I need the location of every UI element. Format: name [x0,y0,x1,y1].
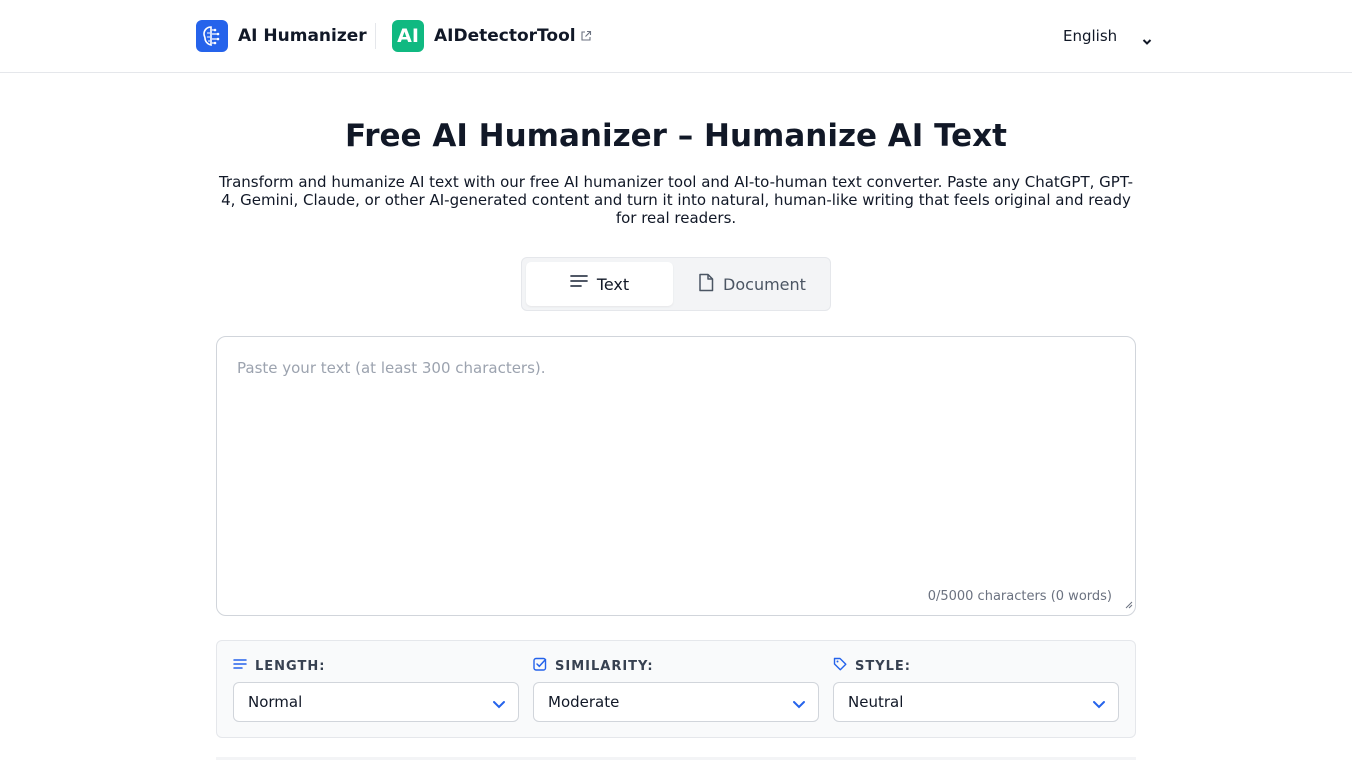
document-icon [698,273,723,296]
lines-icon [233,658,255,674]
tab-text-label: Text [596,274,630,294]
tab-document-label: Document [723,274,806,294]
options-panel: LENGTH: Normal SIMILARITY: Moderate STYL… [216,640,1136,738]
length-label: LENGTH: [255,658,326,674]
brain-circuit-icon [196,20,228,52]
partner-name: AIDetectorTool [434,26,576,46]
page-subtitle: Transform and humanize AI text with our … [218,173,1134,227]
external-link-icon [580,30,592,42]
similarity-value: Moderate [548,693,620,711]
character-counter: 0/5000 characters (0 words) [927,589,1112,604]
language-select[interactable]: English [1063,24,1117,48]
style-value: Neutral [848,693,904,711]
resize-handle-icon[interactable] [1123,594,1133,613]
chevron-down-icon [1142,31,1152,50]
similarity-select[interactable]: Moderate [533,682,819,722]
header-divider [375,23,376,49]
similarity-label: SIMILARITY: [555,658,654,674]
similarity-option: SIMILARITY: Moderate [533,657,819,722]
text-lines-icon [569,274,597,294]
length-select[interactable]: Normal [233,682,519,722]
page-title: Free AI Humanizer – Humanize AI Text [345,118,1007,154]
style-select[interactable]: Neutral [833,682,1119,722]
length-option: LENGTH: Normal [233,657,519,722]
input-mode-tabs: Text Document [521,257,831,311]
chevron-down-icon [792,696,806,714]
partner-link[interactable]: AI AIDetectorTool [392,20,592,52]
chevron-down-icon [1092,696,1106,714]
brand-link[interactable]: AI Humanizer [196,20,367,52]
style-label: STYLE: [855,658,912,674]
length-value: Normal [248,693,303,711]
checkbox-icon [533,657,555,675]
brand-name: AI Humanizer [238,26,367,46]
style-option: STYLE: Neutral [833,657,1119,722]
tab-document[interactable]: Document [674,262,830,306]
text-editor: 0/5000 characters (0 words) [216,336,1136,616]
chevron-down-icon [492,696,506,714]
tag-icon [833,657,855,675]
top-header: AI Humanizer AI AIDetectorTool English [0,0,1352,73]
language-value: English [1063,27,1118,45]
text-input[interactable] [237,359,1107,579]
partner-logo: AI [392,20,424,52]
tab-text[interactable]: Text [526,262,673,306]
